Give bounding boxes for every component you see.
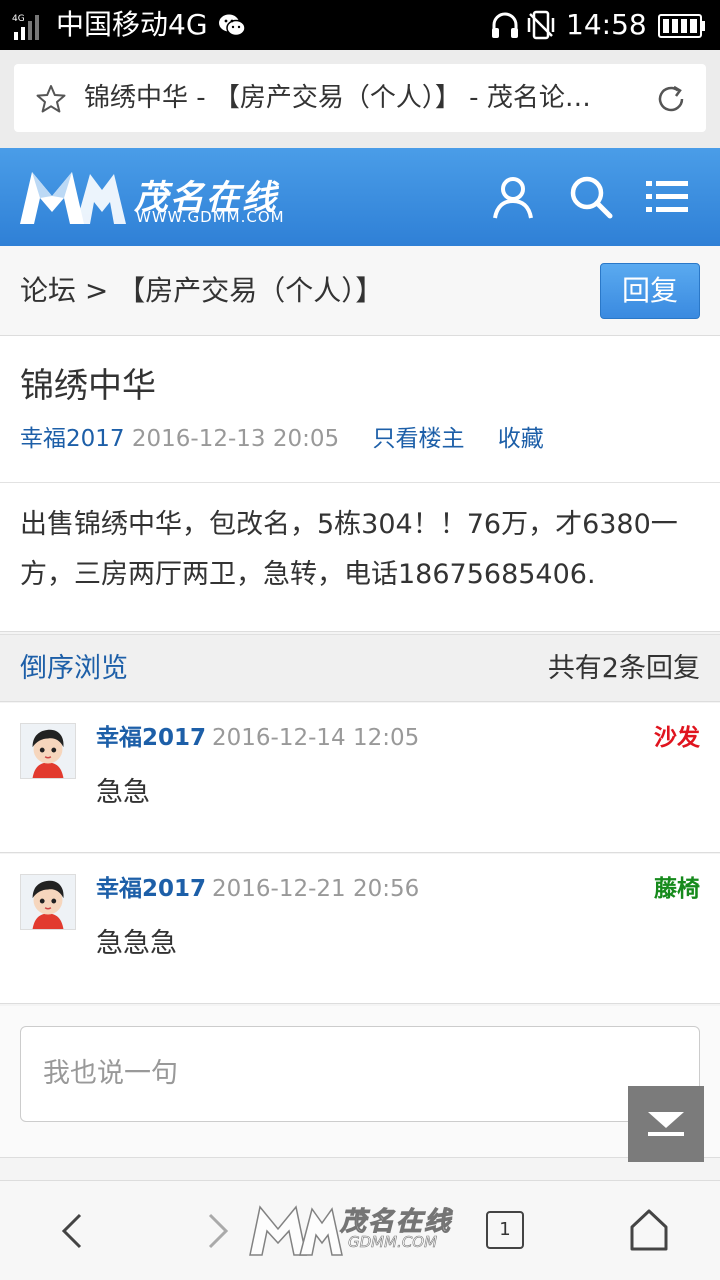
search-icon[interactable] [568, 174, 614, 220]
reply-author-name[interactable]: 幸福2017 [96, 725, 206, 751]
reply-item: 幸福2017 2016-12-21 20:56 藤椅 急急急 [0, 854, 720, 1004]
comment-area: 我也说一句 [0, 1006, 720, 1158]
post-time: 2016-12-13 20:05 [131, 426, 340, 452]
breadcrumb[interactable]: 论坛 > 【房产交易（个人）】 [20, 246, 383, 336]
reload-icon[interactable] [654, 82, 688, 116]
menu-icon[interactable] [644, 174, 690, 220]
status-bar: 4G 中国移动4G 14:58 [0, 0, 720, 50]
floor-label: 沙发 [654, 725, 700, 751]
avatar[interactable] [20, 874, 76, 930]
reply-list-header: 倒序浏览 共有2条回复 [0, 634, 720, 702]
reply-author: 幸福2017 2016-12-21 20:56 [96, 874, 419, 904]
carrier-label: 中国移动4G [56, 8, 208, 41]
clock: 14:58 [566, 8, 647, 41]
reply-text: 急急 [96, 777, 150, 808]
post-title: 锦绣中华 [20, 366, 156, 406]
reply-count: 共有2条回复 [547, 653, 700, 684]
site-header: 茂名在线 WWW.GDMM.COM [0, 148, 720, 246]
watermark-logo-icon [249, 1205, 343, 1256]
svg-text:4G: 4G [12, 14, 25, 24]
reply-author-name[interactable]: 幸福2017 [96, 876, 206, 902]
reply-time: 2016-12-14 12:05 [212, 725, 420, 751]
logo-mark-icon [20, 172, 126, 224]
reply-author: 幸福2017 2016-12-14 12:05 [96, 723, 419, 753]
favorite-link[interactable]: 收藏 [498, 426, 544, 452]
avatar[interactable] [20, 723, 76, 779]
battery-icon [658, 14, 705, 38]
breadcrumb-bar: 论坛 > 【房产交易（个人）】 回复 [0, 246, 720, 336]
reply-time: 2016-12-21 20:56 [212, 876, 420, 902]
browser-bottom-nav: 茂名在线 GDMM.COM 1 [0, 1180, 720, 1280]
comment-input[interactable]: 我也说一句 [20, 1026, 700, 1122]
site-url: WWW.GDMM.COM [136, 208, 285, 226]
scroll-to-bottom-button[interactable] [628, 1086, 704, 1162]
reply-text: 急急急 [96, 928, 177, 959]
forward-icon[interactable] [196, 1209, 240, 1253]
signal-icon: 4G [12, 14, 39, 40]
post-meta: 幸福2017 2016-12-13 20:05 只看楼主 收藏 [20, 424, 544, 454]
post-body: 出售锦绣中华，包改名，5栋304！！76万，才6380一方，三房两厅两卫，急转，… [20, 509, 678, 590]
watermark-url: GDMM.COM [348, 1233, 438, 1252]
site-watermark: 茂名在线 GDMM.COM [248, 1197, 478, 1261]
bookmark-star-icon[interactable] [36, 84, 66, 114]
floor-label: 藤椅 [654, 876, 700, 902]
divider [0, 482, 720, 483]
reply-button[interactable]: 回复 [600, 263, 700, 319]
vibrate-icon [527, 10, 555, 40]
reply-item: 幸福2017 2016-12-14 12:05 沙发 急急 [0, 703, 720, 853]
back-icon[interactable] [50, 1209, 94, 1253]
site-logo[interactable]: 茂名在线 WWW.GDMM.COM [18, 166, 308, 228]
headphones-icon [492, 12, 518, 38]
reverse-order-link[interactable]: 倒序浏览 [20, 635, 128, 703]
thread-post: 锦绣中华 幸福2017 2016-12-13 20:05 只看楼主 收藏 出售锦… [0, 336, 720, 632]
wechat-icon [219, 14, 246, 37]
page-title[interactable]: 锦绣中华 - 【房产交易（个人）】 - 茂名论… [84, 64, 654, 132]
tabs-button[interactable]: 1 [486, 1211, 524, 1249]
browser-toolbar: 锦绣中华 - 【房产交易（个人）】 - 茂名论… [0, 50, 720, 148]
post-author[interactable]: 幸福2017 [20, 426, 125, 452]
only-op-link[interactable]: 只看楼主 [372, 426, 464, 452]
user-icon[interactable] [490, 174, 536, 220]
home-icon[interactable] [628, 1207, 670, 1253]
address-bar[interactable]: 锦绣中华 - 【房产交易（个人）】 - 茂名论… [14, 64, 706, 132]
